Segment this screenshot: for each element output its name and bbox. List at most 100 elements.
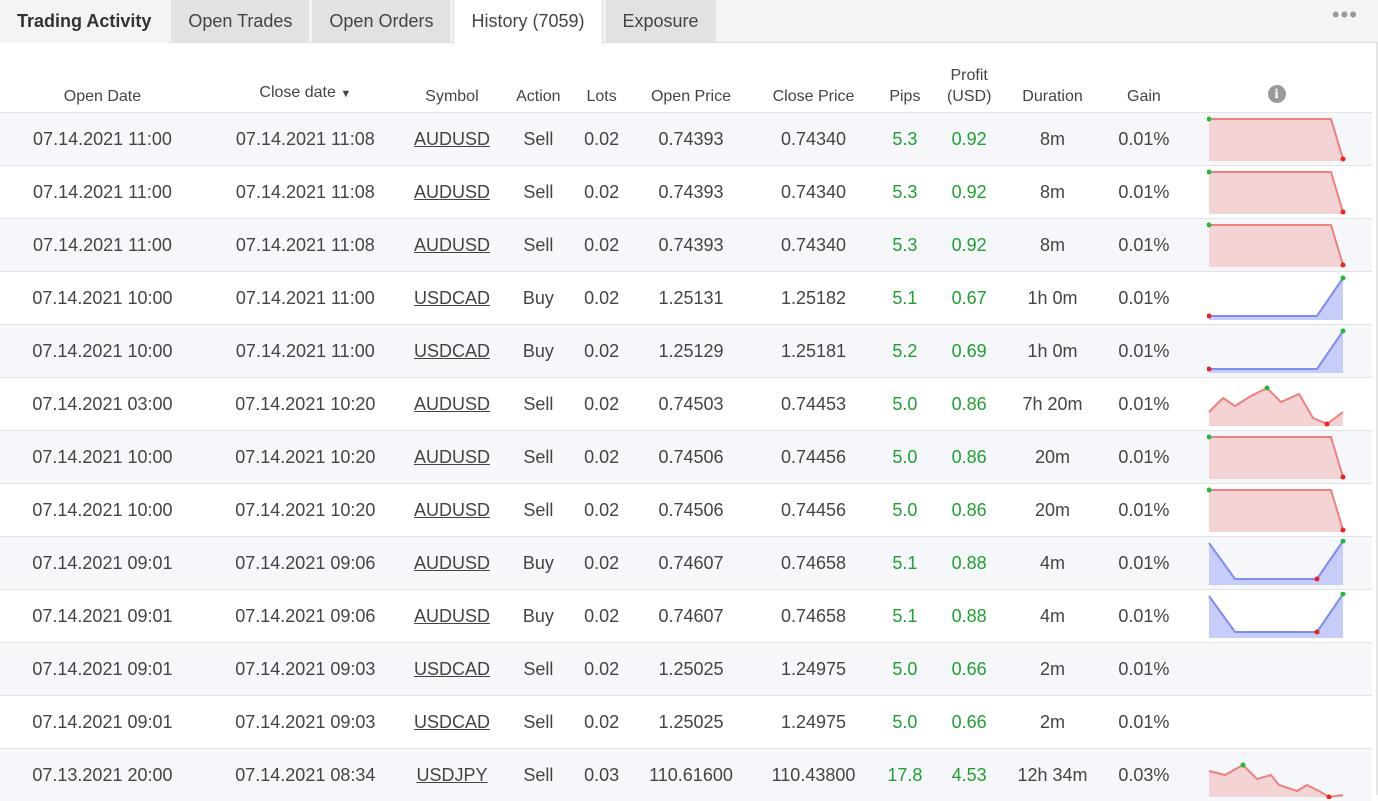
- table-row[interactable]: 07.14.2021 10:0007.14.2021 10:20AUDUSDSe…: [0, 431, 1372, 484]
- trade-sparkline-cell: [1181, 219, 1372, 272]
- table-row[interactable]: 07.14.2021 11:0007.14.2021 11:08AUDUSDSe…: [0, 219, 1372, 272]
- close-date-cell: 07.14.2021 10:20: [205, 484, 406, 537]
- sparkline-area: [1209, 225, 1343, 267]
- duration-cell: 12h 34m: [998, 749, 1106, 801]
- open-price-cell: 0.74607: [625, 537, 758, 590]
- close-price-cell: 0.74453: [757, 378, 869, 431]
- close-price-cell: 1.24975: [757, 643, 869, 696]
- duration-cell: 2m: [998, 696, 1106, 749]
- trade-sparkline-cell: [1181, 166, 1372, 219]
- col-profit[interactable]: Profit (USD): [940, 51, 998, 113]
- action-cell: Buy: [498, 325, 578, 378]
- trade-sparkline: [1207, 592, 1347, 640]
- close-price-cell: 110.43800: [757, 749, 869, 801]
- symbol-link[interactable]: USDJPY: [406, 749, 498, 801]
- symbol-link[interactable]: AUDUSD: [406, 431, 498, 484]
- table-row[interactable]: 07.14.2021 10:0007.14.2021 11:00USDCADBu…: [0, 272, 1372, 325]
- symbol-link[interactable]: USDCAD: [406, 325, 498, 378]
- tab-history[interactable]: History (7059): [453, 0, 602, 44]
- pips-cell: 5.0: [870, 431, 940, 484]
- symbol-link[interactable]: AUDUSD: [406, 484, 498, 537]
- col-close-date[interactable]: Close date ▼: [205, 51, 406, 113]
- sparkline-area: [1209, 490, 1343, 532]
- open-date-cell: 07.14.2021 09:01: [0, 643, 205, 696]
- trade-sparkline-cell: [1181, 325, 1372, 378]
- trade-sparkline-cell: [1181, 484, 1372, 537]
- gain-cell: 0.01%: [1107, 431, 1181, 484]
- lots-cell: 0.02: [579, 537, 625, 590]
- col-pips[interactable]: Pips: [870, 51, 940, 113]
- close-price-cell: 0.74340: [757, 113, 869, 166]
- symbol-link[interactable]: AUDUSD: [406, 166, 498, 219]
- gain-cell: 0.01%: [1107, 590, 1181, 643]
- open-date-cell: 07.14.2021 11:00: [0, 166, 205, 219]
- info-icon[interactable]: i: [1268, 85, 1286, 103]
- symbol-link[interactable]: AUDUSD: [406, 590, 498, 643]
- history-table: Open Date Close date ▼ Symbol Action Lot…: [0, 51, 1372, 801]
- open-price-cell: 0.74393: [625, 219, 758, 272]
- col-close-price[interactable]: Close Price: [757, 51, 869, 113]
- close-date-cell: 07.14.2021 11:00: [205, 272, 406, 325]
- col-gain[interactable]: Gain: [1107, 51, 1181, 113]
- table-row[interactable]: 07.14.2021 09:0107.14.2021 09:06AUDUSDBu…: [0, 590, 1372, 643]
- table-row[interactable]: 07.14.2021 10:0007.14.2021 11:00USDCADBu…: [0, 325, 1372, 378]
- col-symbol[interactable]: Symbol: [406, 51, 498, 113]
- col-chart: i: [1181, 51, 1372, 113]
- close-date-cell: 07.14.2021 09:03: [205, 696, 406, 749]
- gain-cell: 0.01%: [1107, 696, 1181, 749]
- lots-cell: 0.02: [579, 484, 625, 537]
- table-header: Open Date Close date ▼ Symbol Action Lot…: [0, 51, 1372, 113]
- sparkline-area: [1209, 278, 1343, 320]
- col-open-date[interactable]: Open Date: [0, 51, 205, 113]
- open-price-cell: 1.25025: [625, 696, 758, 749]
- table-row[interactable]: 07.14.2021 11:0007.14.2021 11:08AUDUSDSe…: [0, 113, 1372, 166]
- symbol-link[interactable]: AUDUSD: [406, 537, 498, 590]
- pips-cell: 5.0: [870, 643, 940, 696]
- close-price-cell: 1.25182: [757, 272, 869, 325]
- profit-cell: 0.67: [940, 272, 998, 325]
- gain-cell: 0.01%: [1107, 166, 1181, 219]
- table-row[interactable]: 07.14.2021 11:0007.14.2021 11:08AUDUSDSe…: [0, 166, 1372, 219]
- sparkline-high-dot: [1264, 386, 1269, 391]
- close-date-cell: 07.14.2021 09:03: [205, 643, 406, 696]
- duration-cell: 8m: [998, 219, 1106, 272]
- pips-cell: 5.2: [870, 325, 940, 378]
- table-row[interactable]: 07.14.2021 03:0007.14.2021 10:20AUDUSDSe…: [0, 378, 1372, 431]
- col-duration[interactable]: Duration: [998, 51, 1106, 113]
- sparkline-high-dot: [1240, 763, 1245, 768]
- symbol-link[interactable]: USDCAD: [406, 696, 498, 749]
- table-row[interactable]: 07.13.2021 20:0007.14.2021 08:34USDJPYSe…: [0, 749, 1372, 801]
- open-date-cell: 07.14.2021 10:00: [0, 272, 205, 325]
- sparkline-area: [1209, 437, 1343, 479]
- col-profit-line2: (USD): [947, 88, 991, 105]
- table-row[interactable]: 07.14.2021 09:0107.14.2021 09:06AUDUSDBu…: [0, 537, 1372, 590]
- tab-exposure[interactable]: Exposure: [606, 0, 716, 43]
- action-cell: Sell: [498, 431, 578, 484]
- symbol-link[interactable]: AUDUSD: [406, 378, 498, 431]
- symbol-link[interactable]: AUDUSD: [406, 113, 498, 166]
- table-row[interactable]: 07.14.2021 09:0107.14.2021 09:03USDCADSe…: [0, 643, 1372, 696]
- sparkline-low-dot: [1340, 475, 1345, 480]
- col-open-price[interactable]: Open Price: [625, 51, 758, 113]
- sparkline-low-dot: [1340, 528, 1345, 533]
- action-cell: Sell: [498, 643, 578, 696]
- pips-cell: 5.3: [870, 113, 940, 166]
- col-action[interactable]: Action: [498, 51, 578, 113]
- close-price-cell: 1.24975: [757, 696, 869, 749]
- symbol-link[interactable]: AUDUSD: [406, 219, 498, 272]
- trade-sparkline: [1207, 221, 1347, 269]
- symbol-link[interactable]: USDCAD: [406, 643, 498, 696]
- col-lots[interactable]: Lots: [579, 51, 625, 113]
- table-row[interactable]: 07.14.2021 09:0107.14.2021 09:03USDCADSe…: [0, 696, 1372, 749]
- sparkline-area: [1209, 331, 1343, 373]
- open-date-cell: 07.13.2021 20:00: [0, 749, 205, 801]
- duration-cell: 1h 0m: [998, 325, 1106, 378]
- tab-open-trades[interactable]: Open Trades: [171, 0, 309, 43]
- more-options-icon[interactable]: •••: [1332, 4, 1358, 26]
- open-price-cell: 1.25025: [625, 643, 758, 696]
- table-row[interactable]: 07.14.2021 10:0007.14.2021 10:20AUDUSDSe…: [0, 484, 1372, 537]
- symbol-link[interactable]: USDCAD: [406, 272, 498, 325]
- duration-cell: 1h 0m: [998, 272, 1106, 325]
- tab-open-orders[interactable]: Open Orders: [312, 0, 450, 43]
- trade-sparkline: [1207, 115, 1347, 163]
